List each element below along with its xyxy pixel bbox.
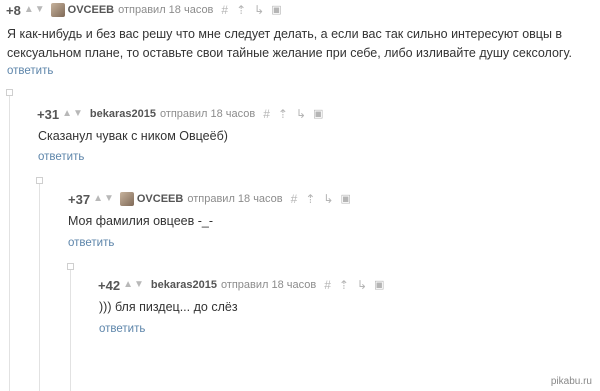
downvote-icon[interactable]: ▼ xyxy=(104,194,114,204)
reply-link[interactable]: ответить xyxy=(7,65,53,77)
comment-text: ))) бля пиздец... до слёз xyxy=(99,298,238,317)
upvote-icon[interactable]: ▲ xyxy=(93,194,103,204)
thread-icon[interactable]: ↳ xyxy=(323,193,333,205)
parent-comment-icon[interactable]: ⇡ xyxy=(305,193,315,205)
posted-time: отправил 18 часов xyxy=(187,193,283,205)
comment-2-header: +31 ▲ ▼ bekaras2015 отправил 18 часов # … xyxy=(37,105,323,123)
upvote-icon[interactable]: ▲ xyxy=(123,280,133,290)
reply-link[interactable]: ответить xyxy=(99,323,145,335)
collapse-toggle-icon[interactable] xyxy=(67,263,74,270)
thread-line xyxy=(70,270,71,391)
upvote-icon[interactable]: ▲ xyxy=(62,109,72,119)
upvote-icon[interactable]: ▲ xyxy=(24,5,34,15)
posted-time: отправил 18 часов xyxy=(118,4,214,16)
comment-4-header: +42 ▲ ▼ bekaras2015 отправил 18 часов # … xyxy=(98,276,384,294)
collapse-toggle-icon[interactable] xyxy=(6,89,13,96)
comment-rating: +37 xyxy=(68,191,91,207)
comment-text-line: ))) бля пиздец... до слёз xyxy=(99,300,238,314)
username[interactable]: OVCEEB xyxy=(137,193,183,205)
downvote-icon[interactable]: ▼ xyxy=(73,109,83,119)
posted-time: отправил 18 часов xyxy=(159,108,256,120)
username[interactable]: bekaras2015 xyxy=(90,108,156,120)
reply-link[interactable]: ответить xyxy=(38,151,84,163)
comment-text: Сказанул чувак с ником Овцеёб) xyxy=(38,127,228,146)
link-icon[interactable]: # xyxy=(263,108,270,120)
link-icon[interactable]: # xyxy=(324,279,331,291)
comment-text-line: Моя фамилия овцеев -_- xyxy=(68,214,213,228)
thread-line xyxy=(9,96,10,391)
collapse-toggle-icon[interactable] xyxy=(36,177,43,184)
downvote-icon[interactable]: ▼ xyxy=(134,280,144,290)
avatar[interactable] xyxy=(119,192,134,206)
comment-text-line: Сказанул чувак с ником Овцеёб) xyxy=(38,129,228,143)
posted-time: отправил 18 часов xyxy=(220,279,317,291)
pikabu-watermark: pikabu.ru xyxy=(550,376,592,387)
link-icon[interactable]: # xyxy=(221,4,228,16)
comment-3-header: +37 ▲ ▼ OVCEEB отправил 18 часов # ⇡ ↳ ▣ xyxy=(68,190,351,208)
comment-text: Моя фамилия овцеев -_- xyxy=(68,212,213,231)
save-icon[interactable]: ▣ xyxy=(374,279,384,291)
comment-rating: +8 xyxy=(6,2,21,18)
thread-icon[interactable]: ↳ xyxy=(254,4,264,16)
save-icon[interactable]: ▣ xyxy=(340,193,350,205)
parent-comment-icon[interactable]: ⇡ xyxy=(339,279,349,291)
comment-1-header: +8 ▲ ▼ OVCEEB отправил 18 часов # ⇡ ↳ ▣ xyxy=(6,1,282,19)
comment-text-line: Я как-нибудь и без вас решу что мне след… xyxy=(7,27,563,41)
avatar[interactable] xyxy=(50,3,65,17)
thread-line xyxy=(39,184,40,391)
link-icon[interactable]: # xyxy=(291,193,298,205)
comment-text: Я как-нибудь и без вас решу что мне след… xyxy=(7,25,572,63)
downvote-icon[interactable]: ▼ xyxy=(35,5,45,15)
reply-link[interactable]: ответить xyxy=(68,237,114,249)
comment-rating: +42 xyxy=(98,277,121,293)
thread-icon[interactable]: ↳ xyxy=(296,108,306,120)
comment-text-line: сексуальном плане, то оставьте свои тайн… xyxy=(7,46,572,60)
parent-comment-icon[interactable]: ⇡ xyxy=(278,108,288,120)
parent-comment-icon[interactable]: ⇡ xyxy=(236,4,246,16)
comment-rating: +31 xyxy=(37,106,60,122)
username[interactable]: OVCEEB xyxy=(68,4,114,16)
username[interactable]: bekaras2015 xyxy=(151,279,217,291)
thread-icon[interactable]: ↳ xyxy=(357,279,367,291)
save-icon[interactable]: ▣ xyxy=(313,108,323,120)
save-icon[interactable]: ▣ xyxy=(271,4,281,16)
